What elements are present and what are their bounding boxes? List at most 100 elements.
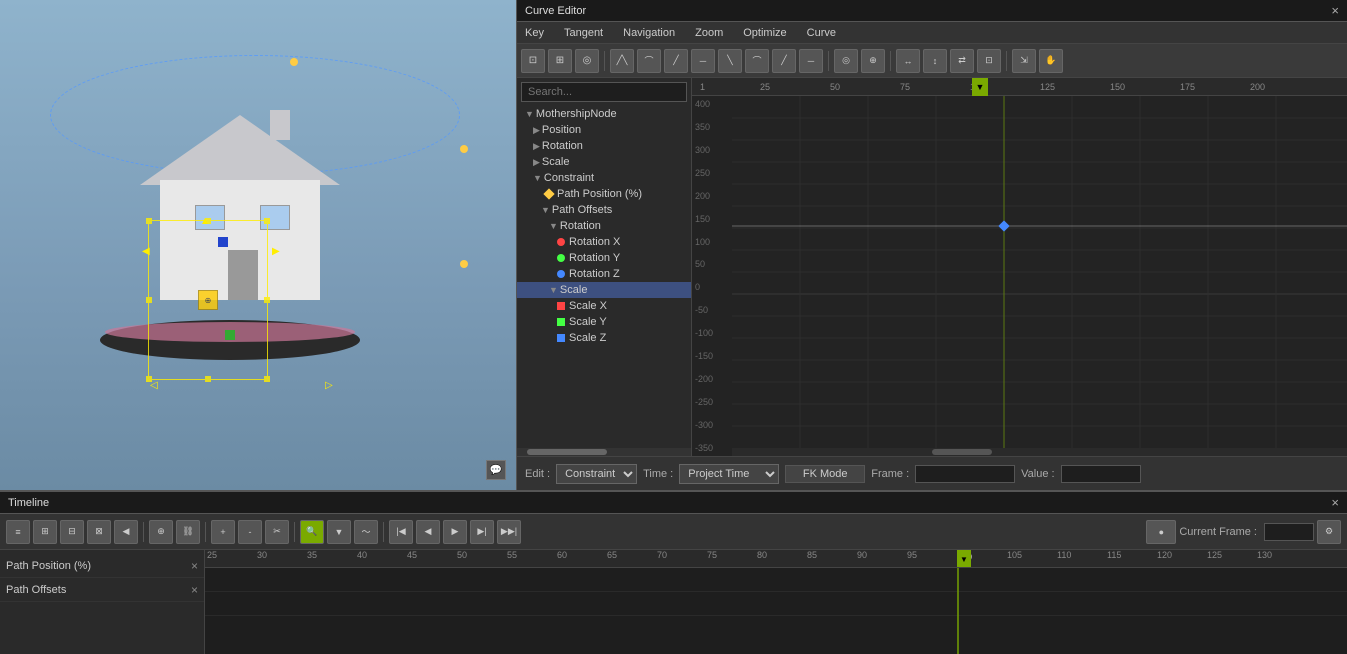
tree-item-scale-top[interactable]: ▶ Scale <box>517 154 691 170</box>
frame-input[interactable] <box>915 465 1015 483</box>
tl-mark-95: 95 <box>907 550 917 560</box>
sel-handle-ml[interactable] <box>146 297 152 303</box>
tree-item-rotation2[interactable]: ▼ Rotation <box>517 218 691 234</box>
curve-bottom-bar: Edit : Constraint Time : Project Time FK… <box>517 456 1347 490</box>
tl-mark-85: 85 <box>807 550 817 560</box>
green-handle[interactable] <box>225 330 235 340</box>
sel-handle-bm[interactable] <box>205 376 211 382</box>
tree-item-scale-y[interactable]: Scale Y <box>517 314 691 330</box>
tb-tangent1[interactable]: ╱╲ <box>610 49 634 73</box>
tree-item-path-offsets[interactable]: ▼ Path Offsets <box>517 202 691 218</box>
tl-btn-link[interactable]: ⛓ <box>176 520 200 544</box>
tb-view2[interactable]: ⊕ <box>861 49 885 73</box>
tl-btn-snap[interactable]: ⊕ <box>149 520 173 544</box>
tree-item-scale-z[interactable]: Scale Z <box>517 330 691 346</box>
viewport[interactable]: ⊕ ◀ ▶ ▲ ◁ ▷ 💬 <box>0 0 516 490</box>
keyframe-diamond[interactable] <box>998 220 1009 231</box>
tl-btn-remove[interactable]: - <box>238 520 262 544</box>
tb-move-btn[interactable]: ⊞ <box>548 49 572 73</box>
edit-select[interactable]: Constraint <box>556 464 637 484</box>
tb-layer-btn[interactable]: ◎ <box>575 49 599 73</box>
tl-btn-settings[interactable]: ⚙ <box>1317 520 1341 544</box>
tl-btn-curves[interactable]: ≡ <box>6 520 30 544</box>
tb-tangent7[interactable]: ╱ <box>772 49 796 73</box>
tb-tangent3[interactable]: ╱ <box>664 49 688 73</box>
sel-handle-mr[interactable] <box>264 297 270 303</box>
tb-scale-time[interactable]: ⇄ <box>950 49 974 73</box>
tl-btn-record[interactable]: ● <box>1146 520 1176 544</box>
blue-handle[interactable] <box>218 237 228 247</box>
tb-move-vert[interactable]: ↕ <box>923 49 947 73</box>
sel-handle-br[interactable] <box>264 376 270 382</box>
time-select[interactable]: Project Time <box>679 464 779 484</box>
tree-item-rotation-z[interactable]: Rotation Z <box>517 266 691 282</box>
menu-key[interactable]: Key <box>521 25 548 41</box>
timeline-close-btn[interactable]: × <box>1331 495 1339 510</box>
move-gizmo-icon[interactable]: ⊕ <box>198 290 218 310</box>
tb-fit-all[interactable]: ⇲ <box>1012 49 1036 73</box>
tree-item-rotation-x[interactable]: Rotation X <box>517 234 691 250</box>
tl-mark-45: 45 <box>407 550 417 560</box>
viewport-comment-icon[interactable]: 💬 <box>486 460 506 480</box>
tb-view1[interactable]: ◎ <box>834 49 858 73</box>
tl-btn-play[interactable]: ▶ <box>443 520 467 544</box>
tl-btn-fwd[interactable]: ▶| <box>470 520 494 544</box>
menu-zoom[interactable]: Zoom <box>691 25 727 41</box>
sel-handle-tl[interactable] <box>146 218 152 224</box>
tl-btn-cut[interactable]: ✂ <box>265 520 289 544</box>
tl-btn-fwd-skip[interactable]: ▶▶| <box>497 520 521 544</box>
tree-item-scale2[interactable]: ▼ Scale <box>517 282 691 298</box>
tl-btn-collapse[interactable]: ⊟ <box>60 520 84 544</box>
value-input[interactable] <box>1061 465 1141 483</box>
tl-btn-rev-skip[interactable]: |◀ <box>389 520 413 544</box>
dot-path-position <box>543 188 554 199</box>
tl-btn-wave[interactable]: 〜 <box>354 520 378 544</box>
tree-item-position[interactable]: ▶ Position <box>517 122 691 138</box>
menu-optimize[interactable]: Optimize <box>739 25 790 41</box>
tb-tangent4[interactable]: ─ <box>691 49 715 73</box>
track-close-path-position[interactable]: × <box>191 559 198 573</box>
track-label-path-position: Path Position (%) <box>6 560 91 572</box>
tb-move-horiz[interactable]: ↔ <box>896 49 920 73</box>
tb-scale-val[interactable]: ⊡ <box>977 49 1001 73</box>
tb-cursor[interactable]: ✋ <box>1039 49 1063 73</box>
tl-btn-zoom[interactable]: 🔍 <box>300 520 324 544</box>
tb-tangent5[interactable]: ╲ <box>718 49 742 73</box>
tree-item-rotation-y[interactable]: Rotation Y <box>517 250 691 266</box>
tree-item-rotation-top[interactable]: ▶ Rotation <box>517 138 691 154</box>
tl-btn-rev[interactable]: ◀ <box>416 520 440 544</box>
tree-item-constraint[interactable]: ▼ Constraint <box>517 170 691 186</box>
tl-btn-keys[interactable]: ⊞ <box>33 520 57 544</box>
fk-mode-btn[interactable]: FK Mode <box>785 465 865 483</box>
track-close-path-offsets[interactable]: × <box>191 583 198 597</box>
timeline-keyframe-area[interactable] <box>205 568 1347 654</box>
tree-item-scale-x[interactable]: Scale X <box>517 298 691 314</box>
edit-label: Edit : <box>525 468 550 480</box>
tree-hscroll-thumb[interactable] <box>527 449 607 455</box>
graph-hscroll-thumb[interactable] <box>932 449 992 455</box>
graph-canvas[interactable]: 400 350 300 250 200 150 100 50 0 -50 -10… <box>692 96 1347 456</box>
tl-btn-zoom-opts[interactable]: ▼ <box>327 520 351 544</box>
curve-editor-close-btn[interactable]: × <box>1331 3 1339 18</box>
graph-hscroll[interactable] <box>732 448 1347 456</box>
tree-hscroll[interactable] <box>517 448 691 456</box>
tree-item-mothership[interactable]: ▼ MothershipNode <box>517 106 691 122</box>
timeline-toolbar: ≡ ⊞ ⊟ ⊠ ◀ ⊕ ⛓ + - ✂ 🔍 ▼ 〜 |◀ ◀ ▶ ▶| ▶▶| … <box>0 514 1347 550</box>
tl-btn-expand[interactable]: ⊠ <box>87 520 111 544</box>
tb-tangent6[interactable]: ⌒ <box>745 49 769 73</box>
search-input[interactable] <box>521 82 687 102</box>
sel-handle-tr[interactable] <box>264 218 270 224</box>
menu-tangent[interactable]: Tangent <box>560 25 607 41</box>
current-frame-input[interactable]: 100 <box>1264 523 1314 541</box>
tb-tangent2[interactable]: ⌒ <box>637 49 661 73</box>
tree-item-path-position[interactable]: Path Position (%) <box>517 186 691 202</box>
tl-mark-35: 35 <box>307 550 317 560</box>
y-label-0: 0 <box>695 282 729 292</box>
tl-mark-70: 70 <box>657 550 667 560</box>
tb-tangent8[interactable]: ─ <box>799 49 823 73</box>
tl-btn-add[interactable]: + <box>211 520 235 544</box>
menu-curve[interactable]: Curve <box>803 25 840 41</box>
tb-select-btn[interactable]: ⊡ <box>521 49 545 73</box>
menu-navigation[interactable]: Navigation <box>619 25 679 41</box>
tl-btn-move-left[interactable]: ◀ <box>114 520 138 544</box>
